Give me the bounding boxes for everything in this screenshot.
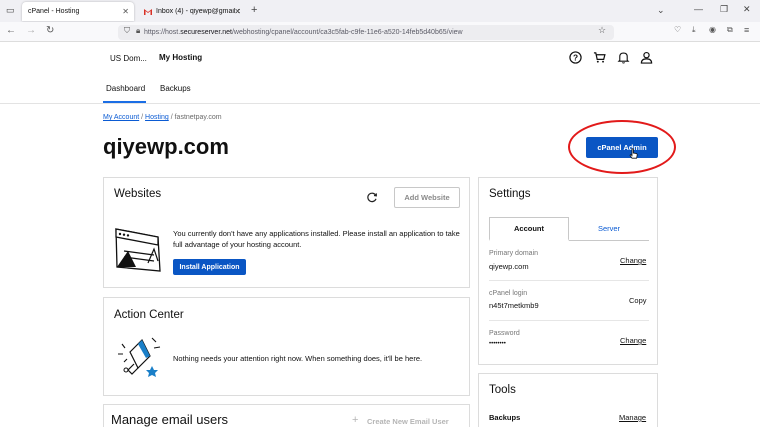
header-divider (0, 103, 760, 104)
new-tab-button[interactable]: + (251, 4, 257, 16)
add-website-button[interactable]: Add Website (394, 187, 460, 208)
url-path: /webhosting/cpanel/account/ca3c5fab-c9fe… (231, 29, 463, 36)
user-icon[interactable] (640, 51, 653, 64)
email-users-title: Manage email users (111, 412, 229, 427)
tools-backups-label: Backups (489, 413, 521, 422)
primary-domain-label: Primary domain (489, 250, 539, 257)
breadcrumb: My Account / Hosting / fastnetpay.com (103, 114, 222, 121)
tools-card: Tools Backups Manage (478, 373, 658, 427)
browser-tab-cpanel[interactable]: cPanel - Hosting ✕ (22, 2, 134, 21)
tab-title: cPanel - Hosting (28, 8, 80, 15)
bell-icon[interactable] (617, 51, 630, 64)
tab-server[interactable]: Server (569, 217, 649, 241)
browser-tab-inbox[interactable]: Inbox (4) - qiyewp@gmail.com ✕ (138, 2, 246, 21)
manage-backups-link[interactable]: Manage (619, 413, 646, 422)
hand-cursor-icon (629, 148, 638, 159)
lock-icon[interactable]: 🔒︎ (136, 26, 140, 36)
create-email-user-button[interactable]: Create New Email User (367, 417, 449, 426)
settings-title: Settings (489, 188, 531, 200)
breadcrumb-hosting[interactable]: Hosting (145, 114, 169, 121)
help-icon[interactable]: ? (569, 51, 582, 64)
shield-icon[interactable]: ⛉ (124, 26, 130, 36)
celebration-illustration (118, 337, 161, 377)
tab-title: Inbox (4) - qiyewp@gmail.com (156, 8, 240, 15)
tab-dashboard[interactable]: Dashboard (106, 84, 145, 93)
action-center-card: Action Center Nothing needs your attenti… (103, 297, 470, 396)
highlight-annotation (568, 120, 676, 174)
downloads-icon[interactable]: ⤓ (692, 25, 696, 35)
extensions-icon[interactable]: ⧉ (727, 25, 733, 35)
refresh-icon[interactable] (366, 191, 378, 203)
tab-backups[interactable]: Backups (160, 84, 191, 93)
domains-link[interactable]: US Dom... (110, 54, 147, 63)
gmail-icon (144, 8, 152, 16)
url-host: secureserver.net (180, 29, 232, 36)
svg-text:?: ? (573, 53, 578, 63)
settings-card: Settings Account Server Primary domain q… (478, 177, 658, 365)
tab-account[interactable]: Account (489, 217, 569, 241)
copy-login-button[interactable]: Copy (629, 296, 647, 305)
breadcrumb-my-account[interactable]: My Account (103, 114, 139, 121)
cpanel-login-label: cPanel login (489, 290, 528, 297)
forward-icon[interactable]: → (26, 25, 36, 36)
password-label: Password (489, 330, 520, 337)
tab-list-icon[interactable]: ▭ (6, 5, 15, 16)
breadcrumb-current: fastnetpay.com (174, 114, 222, 121)
chevron-down-icon[interactable]: ⌄ (657, 5, 665, 16)
primary-domain-value: qiyewp.com (489, 262, 529, 271)
plus-icon: + (352, 414, 359, 426)
cpanel-login-value: n45t7metkmb9 (489, 301, 539, 310)
reload-icon[interactable]: ↻ (46, 25, 54, 36)
browser-toolbar: ← → ↻ https://host.secureserver.net/webh… (0, 22, 760, 42)
browser-window-illustration (115, 228, 161, 272)
cart-icon[interactable] (593, 51, 606, 64)
account-icon[interactable]: ◉ (709, 25, 716, 34)
settings-divider (489, 320, 649, 321)
websites-card: Websites Add Website You currently don't… (103, 177, 470, 288)
close-window-icon[interactable]: ✕ (743, 4, 751, 15)
action-center-message: Nothing needs your attention right now. … (173, 354, 423, 363)
websites-title: Websites (114, 188, 162, 200)
restore-icon[interactable]: ❐ (720, 4, 728, 15)
tools-title: Tools (489, 384, 516, 396)
close-tab-icon[interactable]: ✕ (234, 7, 241, 16)
websites-empty-message: You currently don't have any application… (173, 229, 460, 249)
action-center-title: Action Center (114, 309, 184, 321)
back-icon[interactable]: ← (6, 25, 16, 36)
change-password-link[interactable]: Change (620, 336, 646, 345)
password-value: •••••••• (489, 341, 506, 347)
minimize-icon[interactable]: — (694, 4, 703, 14)
url-prefix: https://host. (144, 29, 181, 36)
my-hosting-link[interactable]: My Hosting (159, 53, 202, 62)
email-users-card: Manage email users + Create New Email Us… (103, 404, 470, 427)
change-domain-link[interactable]: Change (620, 256, 646, 265)
address-bar[interactable]: https://host.secureserver.net/webhosting… (118, 25, 614, 40)
close-tab-icon[interactable]: ✕ (122, 7, 129, 16)
install-application-button[interactable]: Install Application (173, 259, 246, 275)
menu-icon[interactable]: ≡ (744, 25, 749, 35)
bookmark-star-icon[interactable]: ☆ (598, 25, 606, 36)
pocket-icon[interactable]: ♡ (674, 25, 681, 34)
browser-tab-bar: ▭ cPanel - Hosting ✕ Inbox (4) - qiyewp@… (0, 0, 760, 22)
settings-divider (489, 280, 649, 281)
page-title: qiyewp.com (103, 134, 229, 159)
